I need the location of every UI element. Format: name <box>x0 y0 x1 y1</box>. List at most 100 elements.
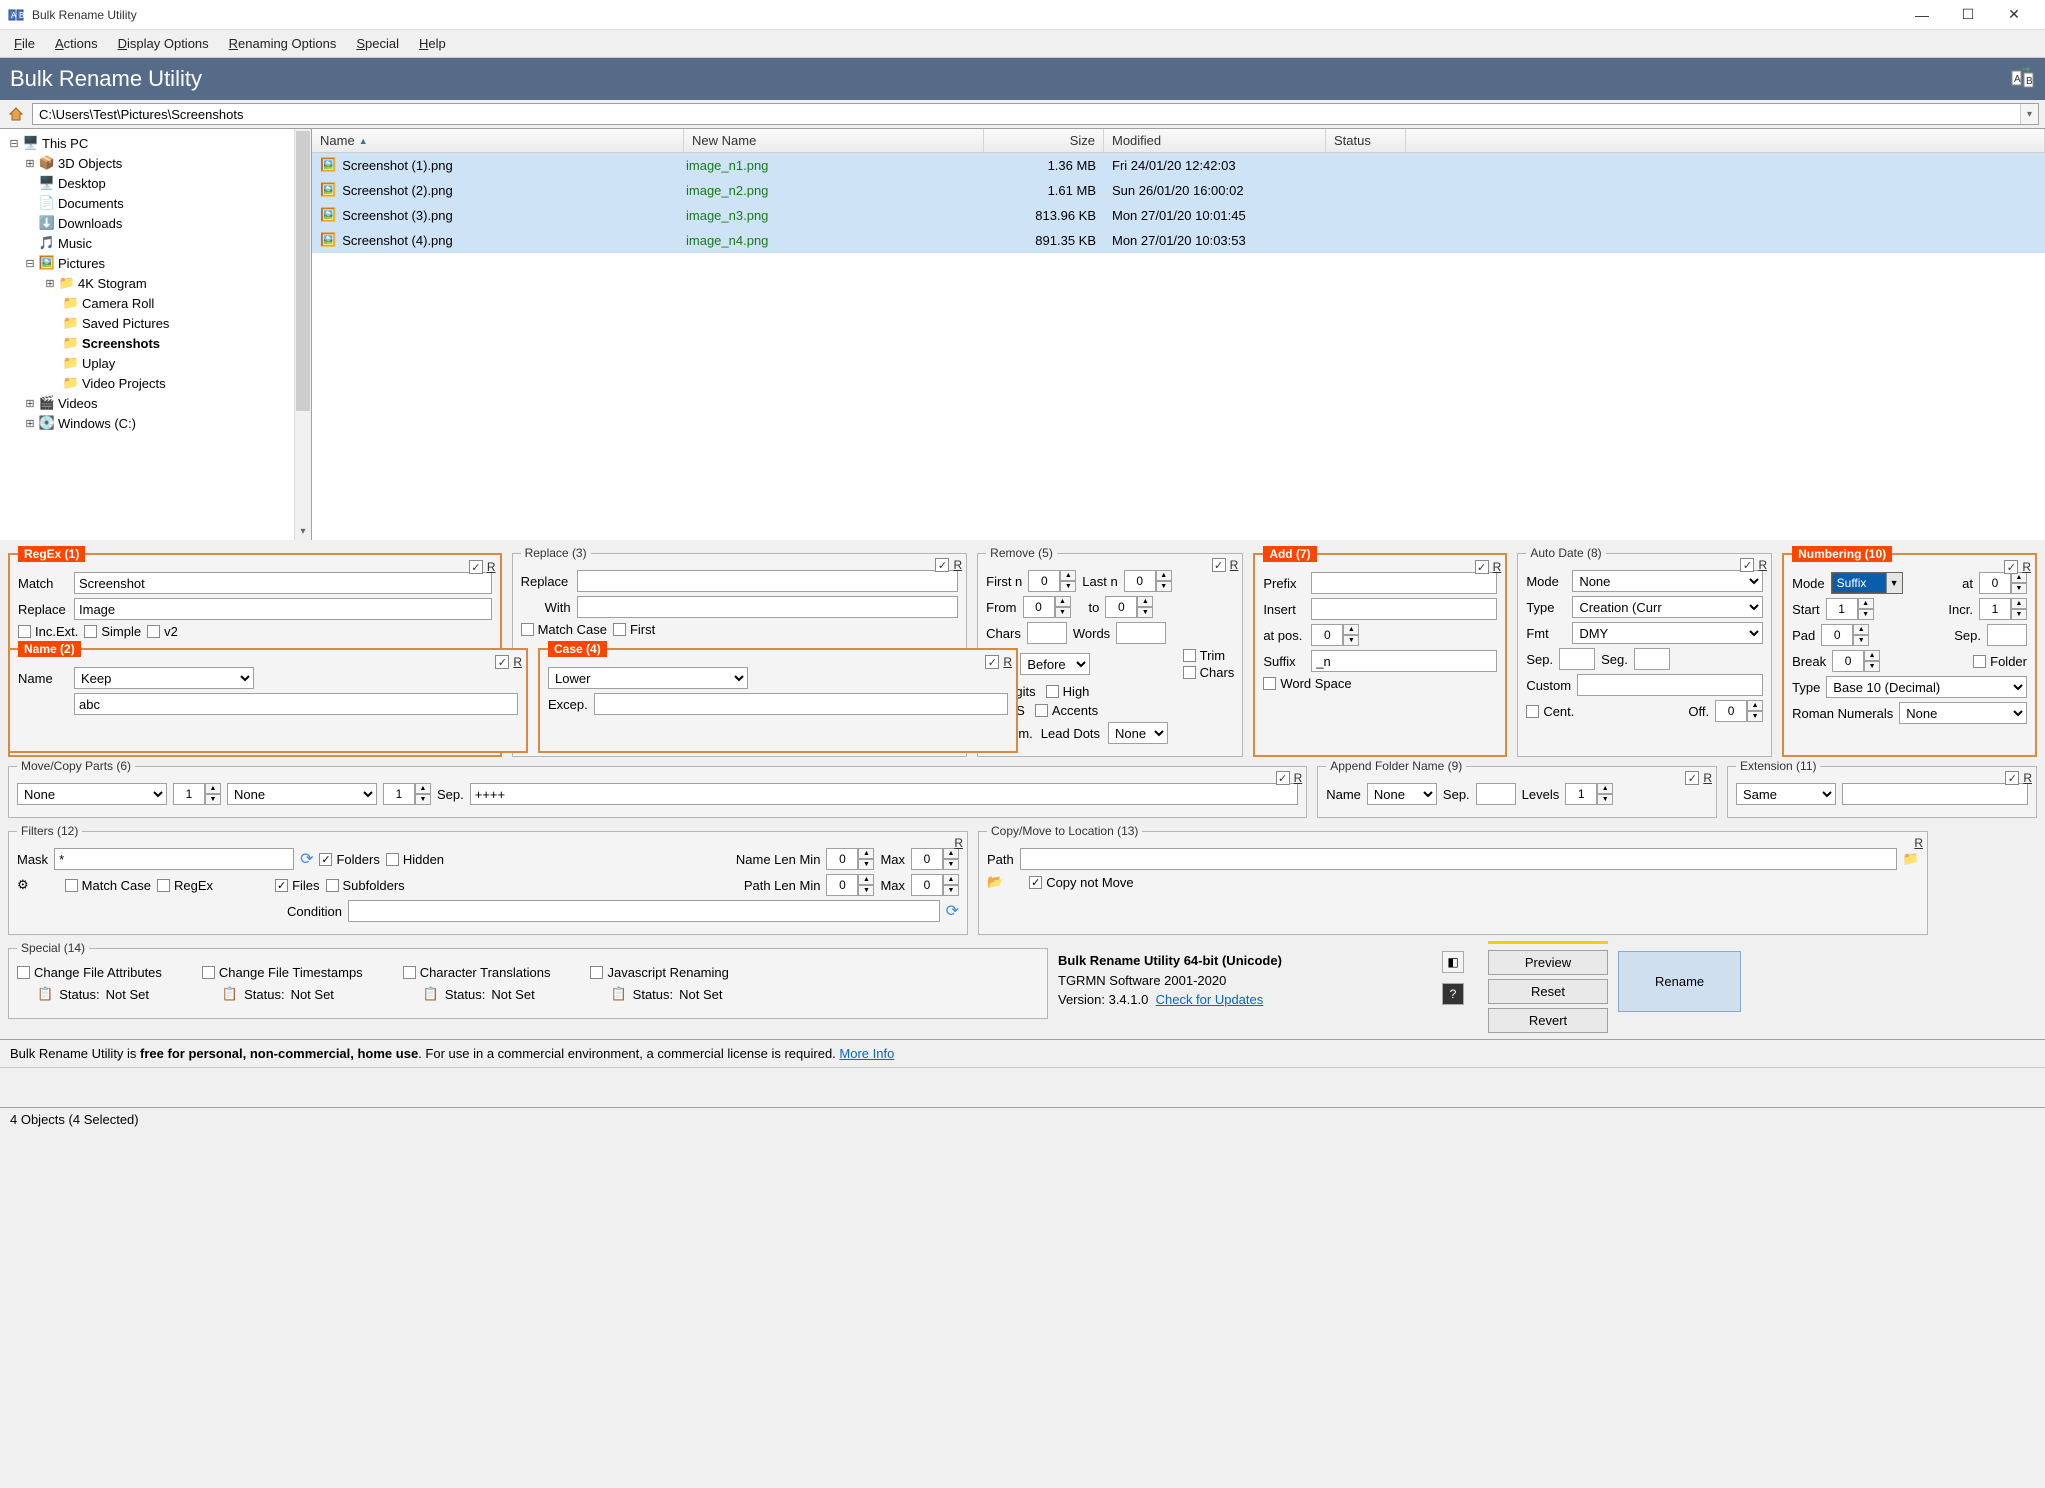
tree-item[interactable]: Video Projects <box>82 376 166 391</box>
filters-files-check[interactable]: ✓ <box>275 879 288 892</box>
special-jr-check[interactable] <box>590 966 603 979</box>
tree-item[interactable]: Downloads <box>58 216 122 231</box>
name-text-input[interactable] <box>74 693 518 715</box>
remove-from-input[interactable] <box>1023 596 1055 618</box>
translations-icon[interactable]: 📋 <box>423 986 439 1002</box>
with-input[interactable] <box>577 596 959 618</box>
autodate-fmt-select[interactable]: DMY <box>1572 622 1763 644</box>
add-enable-check[interactable]: ✓ <box>1475 560 1489 574</box>
col-modified[interactable]: Modified <box>1104 129 1326 152</box>
numbering-reset[interactable]: R <box>2022 560 2031 574</box>
af-name-select[interactable]: None <box>1367 783 1437 805</box>
filters-hidden-check[interactable] <box>386 853 399 866</box>
remove-enable-check[interactable]: ✓ <box>1212 558 1226 572</box>
af-reset[interactable]: R <box>1703 771 1712 785</box>
tree-item[interactable]: Uplay <box>82 356 115 371</box>
remove-accents-check[interactable] <box>1035 704 1048 717</box>
tree-item[interactable]: 3D Objects <box>58 156 122 171</box>
autodate-enable-check[interactable]: ✓ <box>1740 558 1754 572</box>
add-atpos-input[interactable] <box>1311 624 1343 646</box>
minimize-button[interactable]: — <box>1899 0 1945 30</box>
tree-item[interactable]: Windows (C:) <box>58 416 136 431</box>
special-cft-check[interactable] <box>202 966 215 979</box>
name-enable-check[interactable]: ✓ <box>495 655 509 669</box>
add-wordspace-check[interactable] <box>1263 677 1276 690</box>
remove-words-input[interactable] <box>1116 622 1166 644</box>
help-icon[interactable]: ? <box>1442 983 1464 1005</box>
tree-item[interactable]: Documents <box>58 196 124 211</box>
menu-file[interactable]: File <box>4 32 45 55</box>
folder-tree[interactable]: ⊟🖥️This PC ⊞📦3D Objects 🖥️Desktop 📄Docum… <box>0 129 312 540</box>
tree-item[interactable]: Camera Roll <box>82 296 154 311</box>
ext-reset[interactable]: R <box>2023 771 2032 785</box>
close-button[interactable]: ✕ <box>1991 0 2037 30</box>
autodate-type-select[interactable]: Creation (Curr <box>1572 596 1763 618</box>
ext-input[interactable] <box>1842 783 2028 805</box>
file-row[interactable]: 🖼️Screenshot (3).pngimage_n3.png813.96 K… <box>312 203 2045 228</box>
movecopy-num2[interactable] <box>383 783 415 805</box>
tree-scrollbar[interactable]: ▴ ▾ <box>294 129 311 540</box>
timestamps-icon[interactable]: 📋 <box>222 986 238 1002</box>
options-icon[interactable]: ◧ <box>1442 951 1464 973</box>
remove-firstn-input[interactable] <box>1028 570 1060 592</box>
regex-replace-input[interactable] <box>74 598 492 620</box>
numbering-roman-select[interactable]: None <box>1899 702 2027 724</box>
path-dropdown[interactable]: ▾ <box>2020 104 2038 124</box>
numbering-sep-input[interactable] <box>1987 624 2027 646</box>
add-suffix-input[interactable] <box>1311 650 1497 672</box>
remove-trim-check[interactable] <box>1183 649 1196 662</box>
autodate-off-input[interactable] <box>1715 700 1747 722</box>
numbering-pad-input[interactable] <box>1821 624 1853 646</box>
tree-item[interactable]: Saved Pictures <box>82 316 169 331</box>
copymove-reset[interactable]: R <box>1914 836 1923 850</box>
numbering-type-select[interactable]: Base 10 (Decimal) <box>1826 676 2027 698</box>
remove-leaddots-select[interactable]: None <box>1108 722 1168 744</box>
movecopy-select2[interactable]: None <box>227 783 377 805</box>
replace-enable-check[interactable]: ✓ <box>935 558 949 572</box>
more-info-link[interactable]: More Info <box>839 1046 894 1061</box>
movecopy-sep-input[interactable] <box>470 783 1298 805</box>
filters-matchcase-check[interactable] <box>65 879 78 892</box>
menu-actions[interactable]: Actions <box>45 32 108 55</box>
ext-enable-check[interactable]: ✓ <box>2005 771 2019 785</box>
col-new-name[interactable]: New Name <box>684 129 984 152</box>
replace-reset[interactable]: R <box>953 558 962 572</box>
tree-this-pc[interactable]: This PC <box>42 136 88 151</box>
col-name[interactable]: Name▲ <box>312 129 684 152</box>
filters-plmax-input[interactable] <box>911 874 943 896</box>
special-ct-check[interactable] <box>403 966 416 979</box>
file-row[interactable]: 🖼️Screenshot (4).pngimage_n4.png891.35 K… <box>312 228 2045 253</box>
af-enable-check[interactable]: ✓ <box>1685 771 1699 785</box>
filters-regex-check[interactable] <box>157 879 170 892</box>
filters-condition-input[interactable] <box>348 900 940 922</box>
revert-button[interactable]: Revert <box>1488 1008 1608 1033</box>
attributes-icon[interactable]: 📋 <box>37 986 53 1002</box>
numbering-start-input[interactable] <box>1826 598 1858 620</box>
numbering-folder-check[interactable] <box>1973 655 1986 668</box>
regex-incext-check[interactable] <box>18 625 31 638</box>
filters-nlmax-input[interactable] <box>911 848 943 870</box>
regex-enable-check[interactable]: ✓ <box>469 560 483 574</box>
rename-button[interactable]: Rename <box>1618 951 1741 1012</box>
check-updates-link[interactable]: Check for Updates <box>1156 992 1264 1007</box>
af-sep-input[interactable] <box>1476 783 1516 805</box>
case-reset[interactable]: R <box>1003 655 1012 669</box>
name-reset[interactable]: R <box>513 655 522 669</box>
tree-item[interactable]: Desktop <box>58 176 106 191</box>
remove-chars2-check[interactable] <box>1183 666 1196 679</box>
file-row[interactable]: 🖼️Screenshot (2).pngimage_n2.png1.61 MBS… <box>312 178 2045 203</box>
af-levels-input[interactable] <box>1565 783 1597 805</box>
regex-simple-check[interactable] <box>84 625 97 638</box>
filters-reset[interactable]: R <box>954 836 963 850</box>
numbering-enable-check[interactable]: ✓ <box>2004 560 2018 574</box>
filters-mask-input[interactable] <box>54 848 294 870</box>
autodate-mode-select[interactable]: None <box>1572 570 1763 592</box>
copymove-path-input[interactable] <box>1020 848 1897 870</box>
filters-plmin-input[interactable] <box>826 874 858 896</box>
tree-item-current[interactable]: Screenshots <box>82 336 160 351</box>
col-size[interactable]: Size <box>984 129 1104 152</box>
path-input[interactable] <box>33 104 2020 124</box>
tree-item[interactable]: Videos <box>58 396 98 411</box>
refresh-icon[interactable]: ⟳ <box>300 849 313 869</box>
autodate-reset[interactable]: R <box>1758 558 1767 572</box>
